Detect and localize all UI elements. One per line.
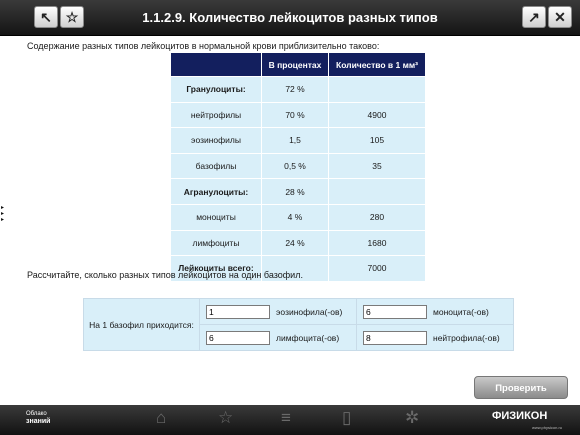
answer-row: На 1 базофил приходится: эозинофила(-ов)… [83,298,514,351]
gear-icon[interactable]: ✲ [405,408,419,428]
answer-cell: эозинофила(-ов) [199,298,357,325]
monocyte-input[interactable] [363,304,427,319]
header-bar: ↖ ☆ 1.1.2.9. Количество лейкоцитов разны… [0,0,580,36]
intro-text: Содержание разных типов лейкоцитов в нор… [27,41,380,51]
table-row: нейтрофилы 70 % 4900 [170,101,426,129]
unit-label: эозинофила(-ов) [276,306,343,317]
chevron-right-icon: ▸ [1,217,5,223]
arrow-up-left-icon: ↖ [40,8,52,25]
arrow-up-right-icon: ↗ [528,8,540,25]
table-cell: Гранулоциты: [170,76,262,103]
close-button[interactable]: ✕ [548,6,572,28]
answer-cell: моноцита(-ов) [356,298,514,325]
answer-cell: нейтрофила(-ов) [356,324,514,351]
home-icon[interactable]: ⌂ [156,408,166,428]
table-row: Гранулоциты: 72 % [170,76,426,103]
table-cell: 72 % [261,76,329,103]
table-cell: 35 [328,152,426,180]
back-button[interactable]: ↖ [34,6,58,28]
table-cell: 70 % [261,101,329,129]
table-cell: 4 % [261,203,329,231]
table-cell: моноциты [170,203,262,231]
close-icon: ✕ [554,8,566,25]
side-panel-toggle[interactable]: ▸ ▸ ▸ [1,205,4,223]
unit-label: моноцита(-ов) [433,306,489,317]
unit-label: лимфоцита(-ов) [276,332,340,343]
table-row: эозинофилы 1,5 105 [170,127,426,154]
table-row: базофилы 0,5 % 35 [170,152,426,180]
table-cell: 28 % [261,178,329,205]
table-cell: 1680 [328,229,426,257]
table-cell: 7000 [328,255,426,282]
table-cell: лимфоциты [170,229,262,257]
table-cell: 105 [328,127,426,154]
table-cell: 0,5 % [261,152,329,180]
table-header-row: В процентах Количество в 1 мм³ [170,52,426,77]
page-title: 1.1.2.9. Количество лейкоцитов разных ти… [142,10,438,25]
fizikon-logo: ФИЗИКОН [492,410,548,422]
bottom-bar: Облако знаний ⌂ ☆ ≡ ▯ ✲ ФИЗИКОН www.phys… [0,405,580,435]
leukocyte-table: В процентах Количество в 1 мм³ Гранулоци… [170,52,426,282]
answer-table: На 1 базофил приходится: эозинофила(-ов)… [83,298,514,351]
table-row: лимфоциты 24 % 1680 [170,229,426,257]
table-cell: эозинофилы [170,127,262,154]
table-header [170,52,262,77]
table-cell: 24 % [261,229,329,257]
table-cell: нейтрофилы [170,101,262,129]
table-cell [328,178,426,205]
question-text: Рассчитайте, сколько разных типов лейкоц… [27,270,303,280]
answer-cell: лимфоцита(-ов) [199,324,357,351]
star-icon: ☆ [65,8,79,25]
answer-label: На 1 базофил приходится: [83,298,200,351]
expand-button[interactable]: ↗ [522,6,546,28]
eosinophil-input[interactable] [206,304,270,319]
table-row: моноциты 4 % 280 [170,203,426,231]
table-header: Количество в 1 мм³ [328,52,426,77]
fizikon-url: www.physicon.ru [532,425,563,430]
table-row: Агранулоциты: 28 % [170,178,426,205]
table-cell: Агранулоциты: [170,178,262,205]
unit-label: нейтрофила(-ов) [433,332,500,343]
table-cell: 1,5 [261,127,329,154]
star-icon[interactable]: ☆ [218,408,233,428]
table-cell: базофилы [170,152,262,180]
table-cell: 280 [328,203,426,231]
book-icon[interactable]: ▯ [342,408,351,428]
menu-icon[interactable]: ≡ [281,408,291,428]
neutrophil-input[interactable] [363,330,427,345]
table-header: В процентах [261,52,329,77]
oblako-znaniy-logo[interactable]: Облако знаний [26,411,50,426]
lymphocyte-input[interactable] [206,330,270,345]
check-button[interactable]: Проверить [474,376,568,399]
table-cell [328,76,426,103]
table-cell: 4900 [328,101,426,129]
